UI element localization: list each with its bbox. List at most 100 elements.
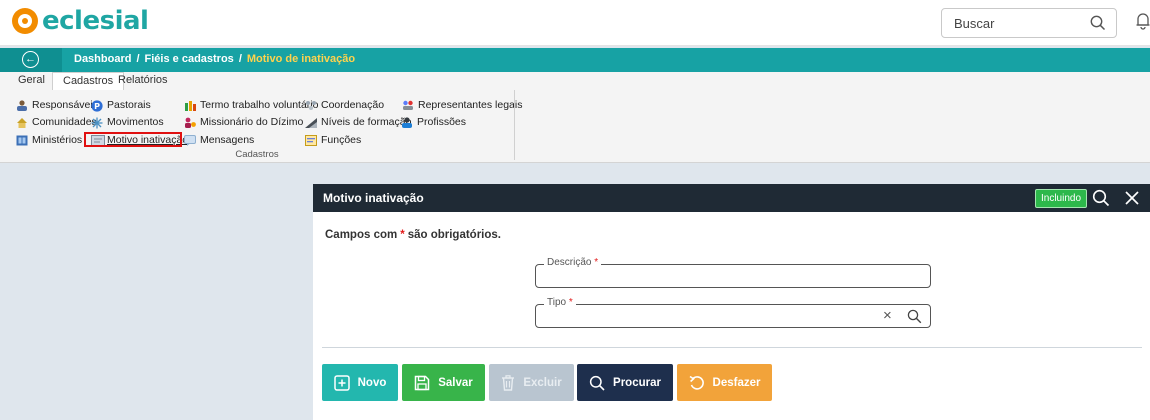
- desfazer-label: Desfazer: [712, 376, 761, 389]
- ribbon-label: Missionário do Dízimo: [200, 116, 304, 128]
- coordination-icon: [305, 100, 317, 111]
- movements-icon: [91, 117, 103, 128]
- logo-mark-icon: [12, 8, 38, 34]
- ribbon-movimentos[interactable]: Movimentos: [91, 115, 164, 129]
- top-bar: eclesial: [0, 0, 1150, 46]
- ribbon-label: Responsáveis: [32, 99, 98, 111]
- tab-geral[interactable]: Geral: [8, 72, 55, 90]
- required-note-prefix: Campos com: [325, 229, 398, 241]
- breadcrumb-separator: /: [238, 53, 242, 65]
- trash-icon: [502, 374, 515, 391]
- save-icon: [414, 375, 430, 390]
- modal-divider: [322, 347, 1142, 348]
- ribbon-label: Comunidades: [32, 116, 97, 128]
- descricao-field[interactable]: Descrição *: [535, 257, 931, 288]
- clear-icon[interactable]: ×: [883, 307, 892, 325]
- tithe-icon: [184, 117, 196, 128]
- pastorais-icon: P: [91, 99, 103, 112]
- required-note-suffix: são obrigatórios.: [407, 229, 501, 241]
- plus-box-icon: [333, 374, 350, 391]
- ministries-icon: [16, 135, 28, 146]
- ribbon-mensagens[interactable]: Mensagens: [184, 133, 254, 147]
- excluir-button[interactable]: Excluir: [489, 364, 574, 401]
- functions-icon: [305, 134, 317, 146]
- novo-label: Novo: [357, 376, 387, 389]
- ribbon-missionario-dizimo[interactable]: Missionário do Dízimo: [184, 115, 303, 129]
- desfazer-button[interactable]: Desfazer: [677, 364, 772, 401]
- app-logo[interactable]: eclesial: [12, 6, 149, 36]
- breadcrumb-dashboard[interactable]: Dashboard: [74, 53, 131, 65]
- ribbon-label: Profissões: [417, 116, 467, 128]
- notification-bell-icon[interactable]: [1136, 12, 1150, 33]
- ribbon-label: Representantes legais: [418, 99, 523, 111]
- professions-icon: [401, 116, 413, 128]
- descricao-input[interactable]: [544, 269, 848, 285]
- search-icon[interactable]: [1090, 15, 1106, 34]
- ribbon-profissoes[interactable]: Profissões: [401, 115, 466, 129]
- tipo-field[interactable]: Tipo * ×: [535, 297, 931, 328]
- back-button[interactable]: ←: [0, 48, 62, 72]
- breadcrumb: Dashboard / Fiéis e cadastros / Motivo de in…: [74, 53, 355, 65]
- logo-text: eclesial: [42, 6, 149, 36]
- required-fields-note: Campos com * são obrigatórios.: [325, 229, 501, 241]
- ribbon-group-label: Cadastros: [235, 149, 279, 160]
- ribbon-representantes-legais[interactable]: Representantes legais: [402, 98, 522, 112]
- novo-button[interactable]: Novo: [322, 364, 398, 401]
- arrow-left-icon: ←: [22, 51, 39, 68]
- person-icon: [16, 99, 28, 111]
- search-icon: [589, 375, 605, 391]
- modal-title: Motivo inativação: [323, 191, 424, 205]
- search-icon[interactable]: [907, 309, 922, 327]
- required-star: *: [400, 229, 405, 241]
- messages-icon: [184, 134, 196, 146]
- procurar-label: Procurar: [613, 376, 661, 389]
- required-star: *: [594, 257, 599, 268]
- breadcrumb-separator: /: [136, 53, 140, 65]
- ribbon-label: Níveis de formação: [321, 116, 412, 128]
- tab-relatorios[interactable]: Relatórios: [108, 72, 178, 90]
- breadcrumb-current: Motivo de inativação: [246, 53, 356, 65]
- ribbon-label: Coordenação: [321, 99, 385, 111]
- tipo-label: Tipo *: [544, 297, 576, 308]
- global-search-input[interactable]: [952, 15, 1086, 32]
- excluir-label: Excluir: [523, 376, 562, 389]
- ribbon-ministerios[interactable]: Ministérios: [16, 133, 82, 147]
- community-icon: [16, 117, 28, 128]
- ribbon-niveis-formacao[interactable]: Níveis de formação: [305, 115, 411, 129]
- tipo-input[interactable]: [544, 309, 868, 325]
- ribbon-label: Mensagens: [200, 134, 255, 146]
- ribbon-label: Movimentos: [107, 116, 164, 128]
- status-badge: Incluindo: [1035, 189, 1088, 208]
- ribbon-tabs: Geral Cadastros Relatórios: [0, 72, 1150, 91]
- svg-text:P: P: [94, 102, 100, 111]
- tipo-label-text: Tipo: [547, 297, 567, 308]
- procurar-button[interactable]: Procurar: [577, 364, 673, 401]
- volunteer-icon: [184, 100, 196, 111]
- ribbon-group-separator: [514, 90, 515, 160]
- highlight-box: [84, 132, 182, 147]
- ribbon-pastorais[interactable]: P Pastorais: [91, 98, 151, 112]
- ribbon-comunidades[interactable]: Comunidades: [16, 115, 97, 129]
- modal-header: Motivo inativação Incluindo: [313, 184, 1150, 212]
- ribbon-label: Ministérios: [32, 134, 83, 146]
- breadcrumb-fieis[interactable]: Fiéis e cadastros: [145, 53, 234, 65]
- search-icon[interactable]: [1092, 189, 1110, 210]
- global-search: [941, 8, 1117, 38]
- ribbon-responsaveis[interactable]: Responsáveis: [16, 98, 98, 112]
- descricao-label: Descrição *: [544, 257, 602, 268]
- close-icon[interactable]: [1123, 189, 1141, 210]
- ribbon-label: Pastorais: [107, 99, 151, 111]
- modal-motivo-inativacao: Motivo inativação Incluindo Campos com * s…: [313, 184, 1150, 420]
- ribbon-toolbar: Responsáveis P Pastorais Termo trabalho …: [0, 90, 1150, 163]
- ribbon-label: Funções: [321, 134, 362, 146]
- ribbon-label: Termo trabalho voluntário: [200, 99, 319, 111]
- undo-icon: [689, 375, 704, 390]
- breadcrumb-bar: ← Dashboard / Fiéis e cadastros / Motivo de …: [0, 48, 1150, 72]
- ribbon-termo-voluntario[interactable]: Termo trabalho voluntário: [184, 98, 318, 112]
- ribbon-coordenacao[interactable]: Coordenação: [305, 98, 384, 112]
- legal-representatives-icon: [402, 100, 414, 111]
- ribbon-funcoes[interactable]: Funções: [305, 133, 361, 147]
- required-star: *: [568, 297, 573, 308]
- descricao-label-text: Descrição: [547, 257, 592, 268]
- salvar-button[interactable]: Salvar: [402, 364, 485, 401]
